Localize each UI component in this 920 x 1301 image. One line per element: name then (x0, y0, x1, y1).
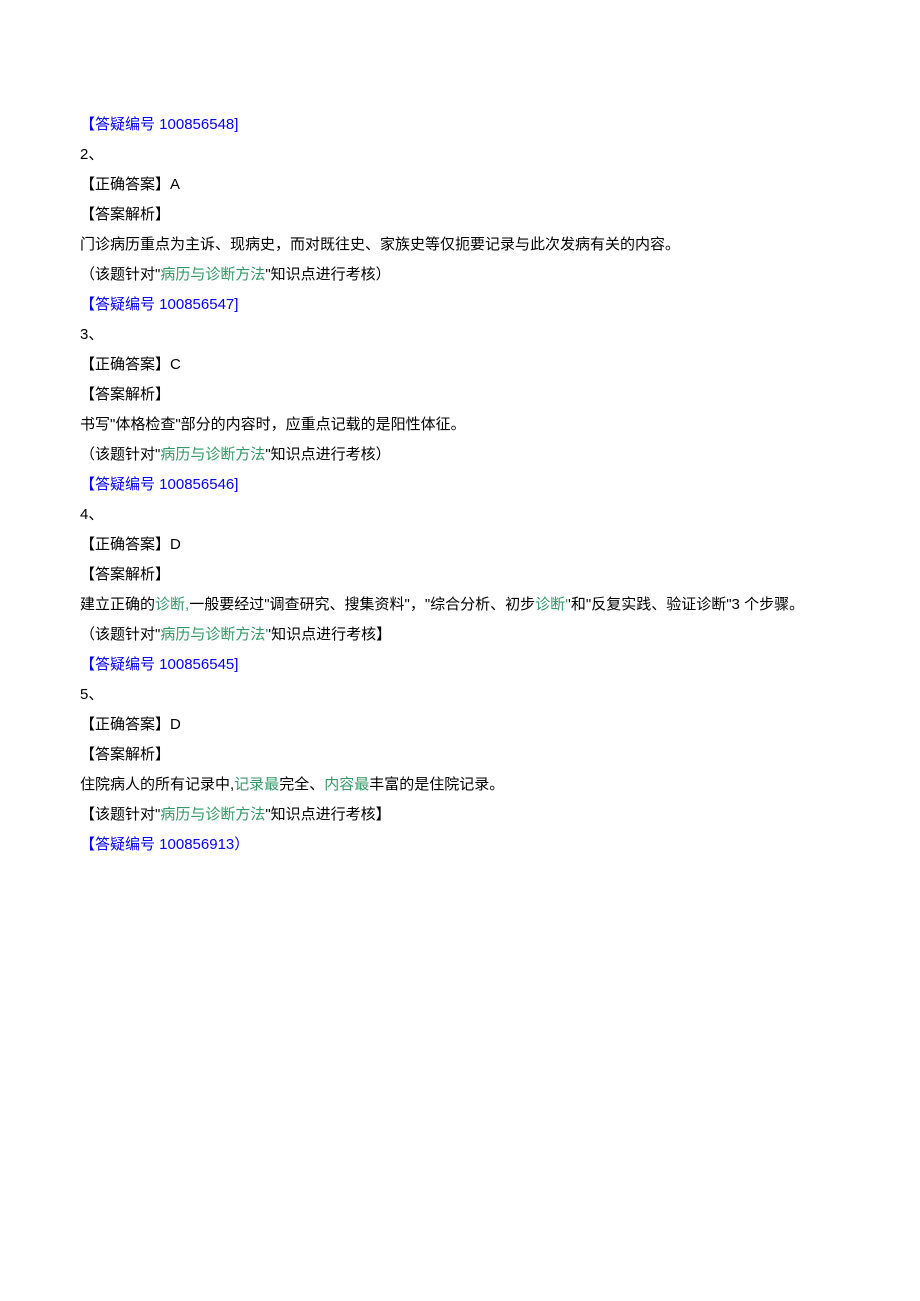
analysis-text: 门诊病历重点为主诉、现病史，而对既往史、家族史等仅扼要记录与此次发病有关的内容。 (80, 230, 840, 260)
analysis-label: 【答案解析】 (80, 380, 840, 410)
topic-line: （该题针对"病历与诊断方法''知识点进行考核】 (80, 620, 840, 650)
ref-prefix: 【答疑编号 (80, 116, 159, 133)
ref-prefix: 【答疑编号 (80, 296, 159, 313)
answer-label: 【正确答案】 (80, 176, 170, 193)
reference-link[interactable]: 【答疑编号 100856545] (80, 650, 840, 680)
topic-line: （该题针对"病历与诊断方法"知识点进行考核） (80, 440, 840, 470)
question-number: 5、 (80, 680, 840, 710)
correct-answer-line: 【正确答案】D (80, 530, 840, 560)
ref-number: 100856545] (159, 656, 238, 673)
topic-prefix: （该题针对" (80, 446, 160, 463)
analysis-label: 【答案解析】 (80, 560, 840, 590)
answer-value: A (170, 176, 180, 193)
question-number: 2、 (80, 140, 840, 170)
ref-number: 100856548] (159, 116, 238, 133)
reference-link[interactable]: 【答疑编号 100856913） (80, 830, 840, 860)
analysis-green: 诊断, (155, 596, 189, 613)
answer-value: D (170, 536, 181, 553)
reference-link[interactable]: 【答疑编号 100856547] (80, 290, 840, 320)
analysis-pre: 住院病人的所有记录中, (80, 776, 234, 793)
analysis-mid: 完全、 (279, 776, 324, 793)
ref-number: 100856547] (159, 296, 238, 313)
correct-answer-line: 【正确答案】D (80, 710, 840, 740)
reference-link[interactable]: 【答疑编号 100856546] (80, 470, 840, 500)
analysis-pre: 建立正确的 (80, 596, 155, 613)
analysis-green: 内容最 (324, 776, 369, 793)
correct-answer-line: 【正确答案】C (80, 350, 840, 380)
question-number: 3、 (80, 320, 840, 350)
analysis-text: 住院病人的所有记录中,记录最完全、内容最丰富的是住院记录。 (80, 770, 840, 800)
topic-suffix: "知识点进行考核】 (265, 806, 390, 823)
analysis-post: 丰富的是住院记录。 (369, 776, 504, 793)
topic-prefix: （该题针对" (80, 266, 160, 283)
topic-name: 病历与诊断方法 (160, 266, 265, 283)
topic-suffix: "知识点进行考核） (265, 446, 390, 463)
analysis-label: 【答案解析】 (80, 200, 840, 230)
answer-value: D (170, 716, 181, 733)
analysis-post: '和"反复实践、验证诊断"3 个步骤。 (568, 596, 804, 613)
reference-link[interactable]: 【答疑编号 100856548] (80, 110, 840, 140)
ref-number: 100856913） (159, 836, 249, 853)
ref-prefix: 【答疑编号 (80, 476, 159, 493)
answer-value: C (170, 356, 181, 373)
answer-label: 【正确答案】 (80, 356, 170, 373)
topic-line: （该题针对"病历与诊断方法"知识点进行考核） (80, 260, 840, 290)
question-number: 4、 (80, 500, 840, 530)
topic-suffix: "知识点进行考核） (265, 266, 390, 283)
analysis-mid: 一般要经过"调查研究、搜集资料"，"综合分析、初步 (189, 596, 535, 613)
analysis-green: 诊断' (535, 596, 568, 613)
topic-prefix: （该题针对" (80, 626, 160, 643)
topic-suffix: '知识点进行考核】 (268, 626, 391, 643)
topic-line: 【该题针对"病历与诊断方法"知识点进行考核】 (80, 800, 840, 830)
topic-name: 病历与诊断方法' (160, 626, 268, 643)
analysis-text: 建立正确的诊断,一般要经过"调查研究、搜集资料"，"综合分析、初步诊断''和"反… (80, 590, 840, 620)
topic-name: 病历与诊断方法 (160, 806, 265, 823)
analysis-label: 【答案解析】 (80, 740, 840, 770)
answer-label: 【正确答案】 (80, 716, 170, 733)
answer-label: 【正确答案】 (80, 536, 170, 553)
ref-prefix: 【答疑编号 (80, 656, 159, 673)
correct-answer-line: 【正确答案】A (80, 170, 840, 200)
topic-prefix: 【该题针对" (80, 806, 160, 823)
analysis-green: 记录最 (234, 776, 279, 793)
ref-number: 100856546] (159, 476, 238, 493)
topic-name: 病历与诊断方法 (160, 446, 265, 463)
ref-prefix: 【答疑编号 (80, 836, 159, 853)
analysis-text: 书写"体格检查"部分的内容时，应重点记载的是阳性体征。 (80, 410, 840, 440)
